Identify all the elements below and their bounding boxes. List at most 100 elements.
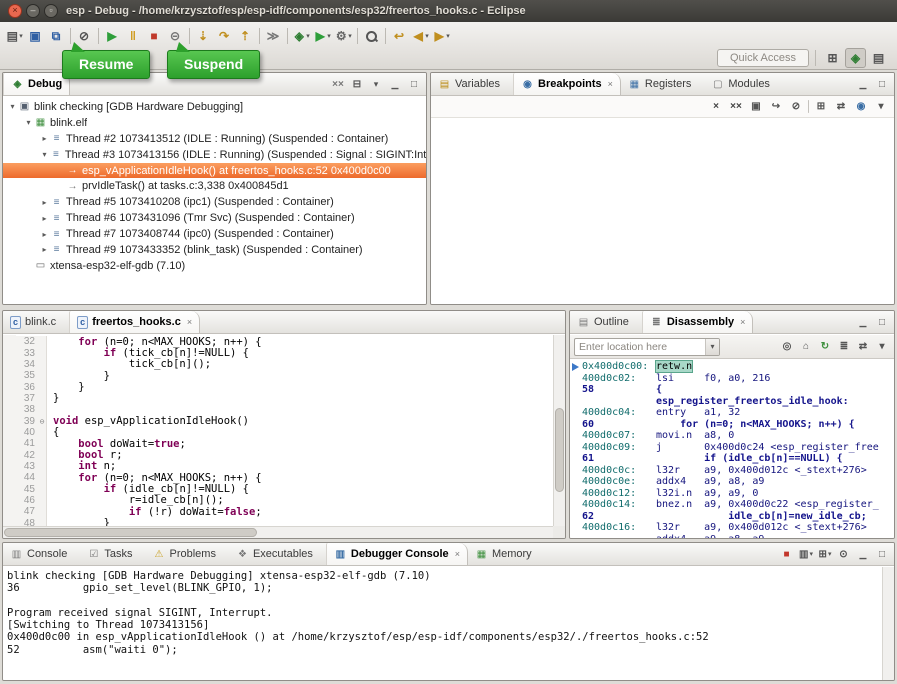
- collapse-all-button[interactable]: ⊟: [349, 76, 365, 92]
- step-return-button[interactable]: ⇡: [235, 26, 256, 46]
- disassembly-row[interactable]: 400d0c04: entry a1, 32: [570, 407, 894, 419]
- debug-tree-row[interactable]: xtensa-esp32-elf-gdb (7.10): [3, 258, 426, 274]
- code-line[interactable]: 37 }: [16, 393, 553, 404]
- window-close-button[interactable]: [8, 4, 22, 18]
- annotation-ruler[interactable]: [3, 335, 16, 526]
- minimize-button[interactable]: [855, 314, 871, 330]
- remove-all-breakpoints-button[interactable]: ××: [728, 99, 744, 115]
- track-expression-button[interactable]: ⇄: [855, 339, 871, 355]
- fold-marker-icon[interactable]: [38, 427, 47, 438]
- expand-all-button[interactable]: ⊞: [813, 99, 829, 115]
- expander-icon[interactable]: ▾: [23, 118, 34, 127]
- code-line[interactable]: 42 bool r;: [16, 449, 553, 460]
- debug-tree-row[interactable]: ▸ Thread #2 1073413512 (IDLE : Running) …: [3, 131, 426, 147]
- view-tab[interactable]: Outline: [570, 311, 642, 333]
- view-tab[interactable]: Problems: [145, 543, 228, 565]
- expander-icon[interactable]: ▾: [7, 102, 18, 111]
- step-into-button[interactable]: ⇣: [193, 26, 214, 46]
- code-line[interactable]: 43 int n;: [16, 461, 553, 472]
- code-line[interactable]: 46 r=idle_cb[n]();: [16, 495, 553, 506]
- quick-access-button[interactable]: Quick Access: [717, 49, 809, 67]
- disassembly-row[interactable]: 58 {: [570, 384, 894, 396]
- view-tab[interactable]: Executables: [229, 543, 326, 565]
- open-console-button[interactable]: ⊞▾: [817, 546, 833, 562]
- close-tab-button[interactable]: ×: [187, 317, 192, 327]
- location-input[interactable]: Enter location here: [574, 338, 720, 356]
- minimize-button[interactable]: [387, 76, 403, 92]
- view-tab[interactable]: Modules: [704, 73, 783, 95]
- code-line[interactable]: 36 }: [16, 381, 553, 392]
- disassembly-row[interactable]: esp_register_freertos_idle_hook:: [570, 396, 894, 408]
- disassembly-row[interactable]: 60 for (n=0; n<MAX_HOOKS; n++) {: [570, 419, 894, 431]
- go-to-pc-button[interactable]: ⌂: [798, 339, 814, 355]
- debug-tree-row[interactable]: ▾ Thread #3 1073413156 (IDLE : Running) …: [3, 147, 426, 163]
- close-tab-button[interactable]: ×: [740, 317, 745, 327]
- minimize-button[interactable]: [855, 546, 871, 562]
- fold-marker-icon[interactable]: [38, 347, 47, 358]
- view-menu-button[interactable]: ▾: [874, 339, 890, 355]
- code-line[interactable]: 45 if (idle_cb[n]!=NULL) {: [16, 483, 553, 494]
- terminate-button[interactable]: ■: [779, 546, 795, 562]
- expander-icon[interactable]: ▸: [39, 214, 50, 223]
- code-line[interactable]: 33 if (tick_cb[n]!=NULL) {: [16, 347, 553, 358]
- maximize-button[interactable]: [874, 314, 890, 330]
- fold-marker-icon[interactable]: [38, 461, 47, 472]
- disassembly-row[interactable]: 400d0c14: bnez.n a9, 0x400d0c22 <esp_reg…: [570, 499, 894, 511]
- disassembly-row[interactable]: 400d0c16: l32r a9, 0x400d012c <_stext+27…: [570, 522, 894, 534]
- disassembly-row[interactable]: 61 if (idle_cb[n]==NULL) {: [570, 453, 894, 465]
- view-tab[interactable]: Console: [3, 543, 80, 565]
- expander-icon[interactable]: ▸: [39, 134, 50, 143]
- debug-tree-row[interactable]: ▾ blink.elf: [3, 115, 426, 131]
- suspend-button[interactable]: ‖: [123, 26, 144, 46]
- disassembly-row[interactable]: 400d0c07: movi.n a8, 0: [570, 430, 894, 442]
- fold-marker-icon[interactable]: [38, 370, 47, 381]
- skip-all-breakpoints-button[interactable]: ⊘: [788, 99, 804, 115]
- fold-marker-icon[interactable]: [38, 495, 47, 506]
- editor-vertical-scrollbar[interactable]: [553, 335, 565, 526]
- view-menu-button[interactable]: [368, 76, 384, 92]
- save-all-button[interactable]: ⧉: [46, 26, 67, 46]
- debug-tree-row[interactable]: ▸ Thread #7 1073408744 (ipc0) (Suspended…: [3, 226, 426, 242]
- remove-breakpoint-button[interactable]: ×: [708, 99, 724, 115]
- link-with-debug-view-button[interactable]: ⇄: [833, 99, 849, 115]
- view-tab[interactable]: Variables: [431, 73, 513, 95]
- maximize-button[interactable]: [406, 76, 422, 92]
- expander-icon[interactable]: ▸: [39, 230, 50, 239]
- expander-icon[interactable]: ▸: [39, 198, 50, 207]
- view-tab[interactable]: Disassembly ×: [642, 311, 754, 333]
- fold-marker-icon[interactable]: [38, 472, 47, 483]
- minimize-button[interactable]: [855, 76, 871, 92]
- debug-tree-row[interactable]: esp_vApplicationIdleHook() at freertos_h…: [3, 163, 426, 179]
- code-line[interactable]: 38: [16, 404, 553, 415]
- view-tab[interactable]: Debugger Console ×: [326, 543, 468, 565]
- show-breakpoints-for-selection-button[interactable]: ▣: [748, 99, 764, 115]
- window-maximize-button[interactable]: [44, 4, 58, 18]
- last-edit-location-button[interactable]: ↩: [389, 26, 410, 46]
- disassembly-row[interactable]: 400d0c02: lsi f0, a0, 216: [570, 373, 894, 385]
- console-output[interactable]: blink checking [GDB Hardware Debugging] …: [3, 567, 882, 680]
- fold-marker-icon[interactable]: ⊖: [38, 415, 47, 426]
- console-vertical-scrollbar[interactable]: [882, 567, 894, 680]
- disassembly-row[interactable]: 400d0c09: j 0x400d0c24 <esp_register_fre…: [570, 442, 894, 454]
- fold-marker-icon[interactable]: [38, 483, 47, 494]
- disassembly-row[interactable]: 400d0c0c: l32r a9, 0x400d012c <_stext+27…: [570, 465, 894, 477]
- step-over-button[interactable]: ↷: [214, 26, 235, 46]
- editor-tab[interactable]: blink.c: [3, 311, 69, 333]
- editor-tab[interactable]: freertos_hooks.c ×: [69, 311, 200, 333]
- view-tab[interactable]: Memory: [468, 543, 545, 565]
- forward-button[interactable]: ▶▾: [431, 26, 452, 46]
- breakpoints-list-empty[interactable]: [431, 119, 894, 304]
- go-to-address-button[interactable]: ◎: [779, 339, 795, 355]
- debug-perspective-button[interactable]: ◈: [845, 48, 866, 68]
- display-selected-console-button[interactable]: ▥▾: [798, 546, 814, 562]
- run-button[interactable]: ▶▾: [312, 26, 333, 46]
- save-button[interactable]: ▣: [25, 26, 46, 46]
- disassembly-row[interactable]: 400d0c12: l32i.n a9, a9, 0: [570, 488, 894, 500]
- fold-marker-icon[interactable]: [38, 381, 47, 392]
- back-button[interactable]: ◀▾: [410, 26, 431, 46]
- fold-marker-icon[interactable]: [38, 449, 47, 460]
- scrollbar-thumb[interactable]: [4, 528, 257, 537]
- code-line[interactable]: 32 for (n=0; n<MAX_HOOKS; n++) {: [16, 336, 553, 347]
- view-tab[interactable]: Registers: [621, 73, 704, 95]
- debug-tree-row[interactable]: ▸ Thread #9 1073433352 (blink_task) (Sus…: [3, 242, 426, 258]
